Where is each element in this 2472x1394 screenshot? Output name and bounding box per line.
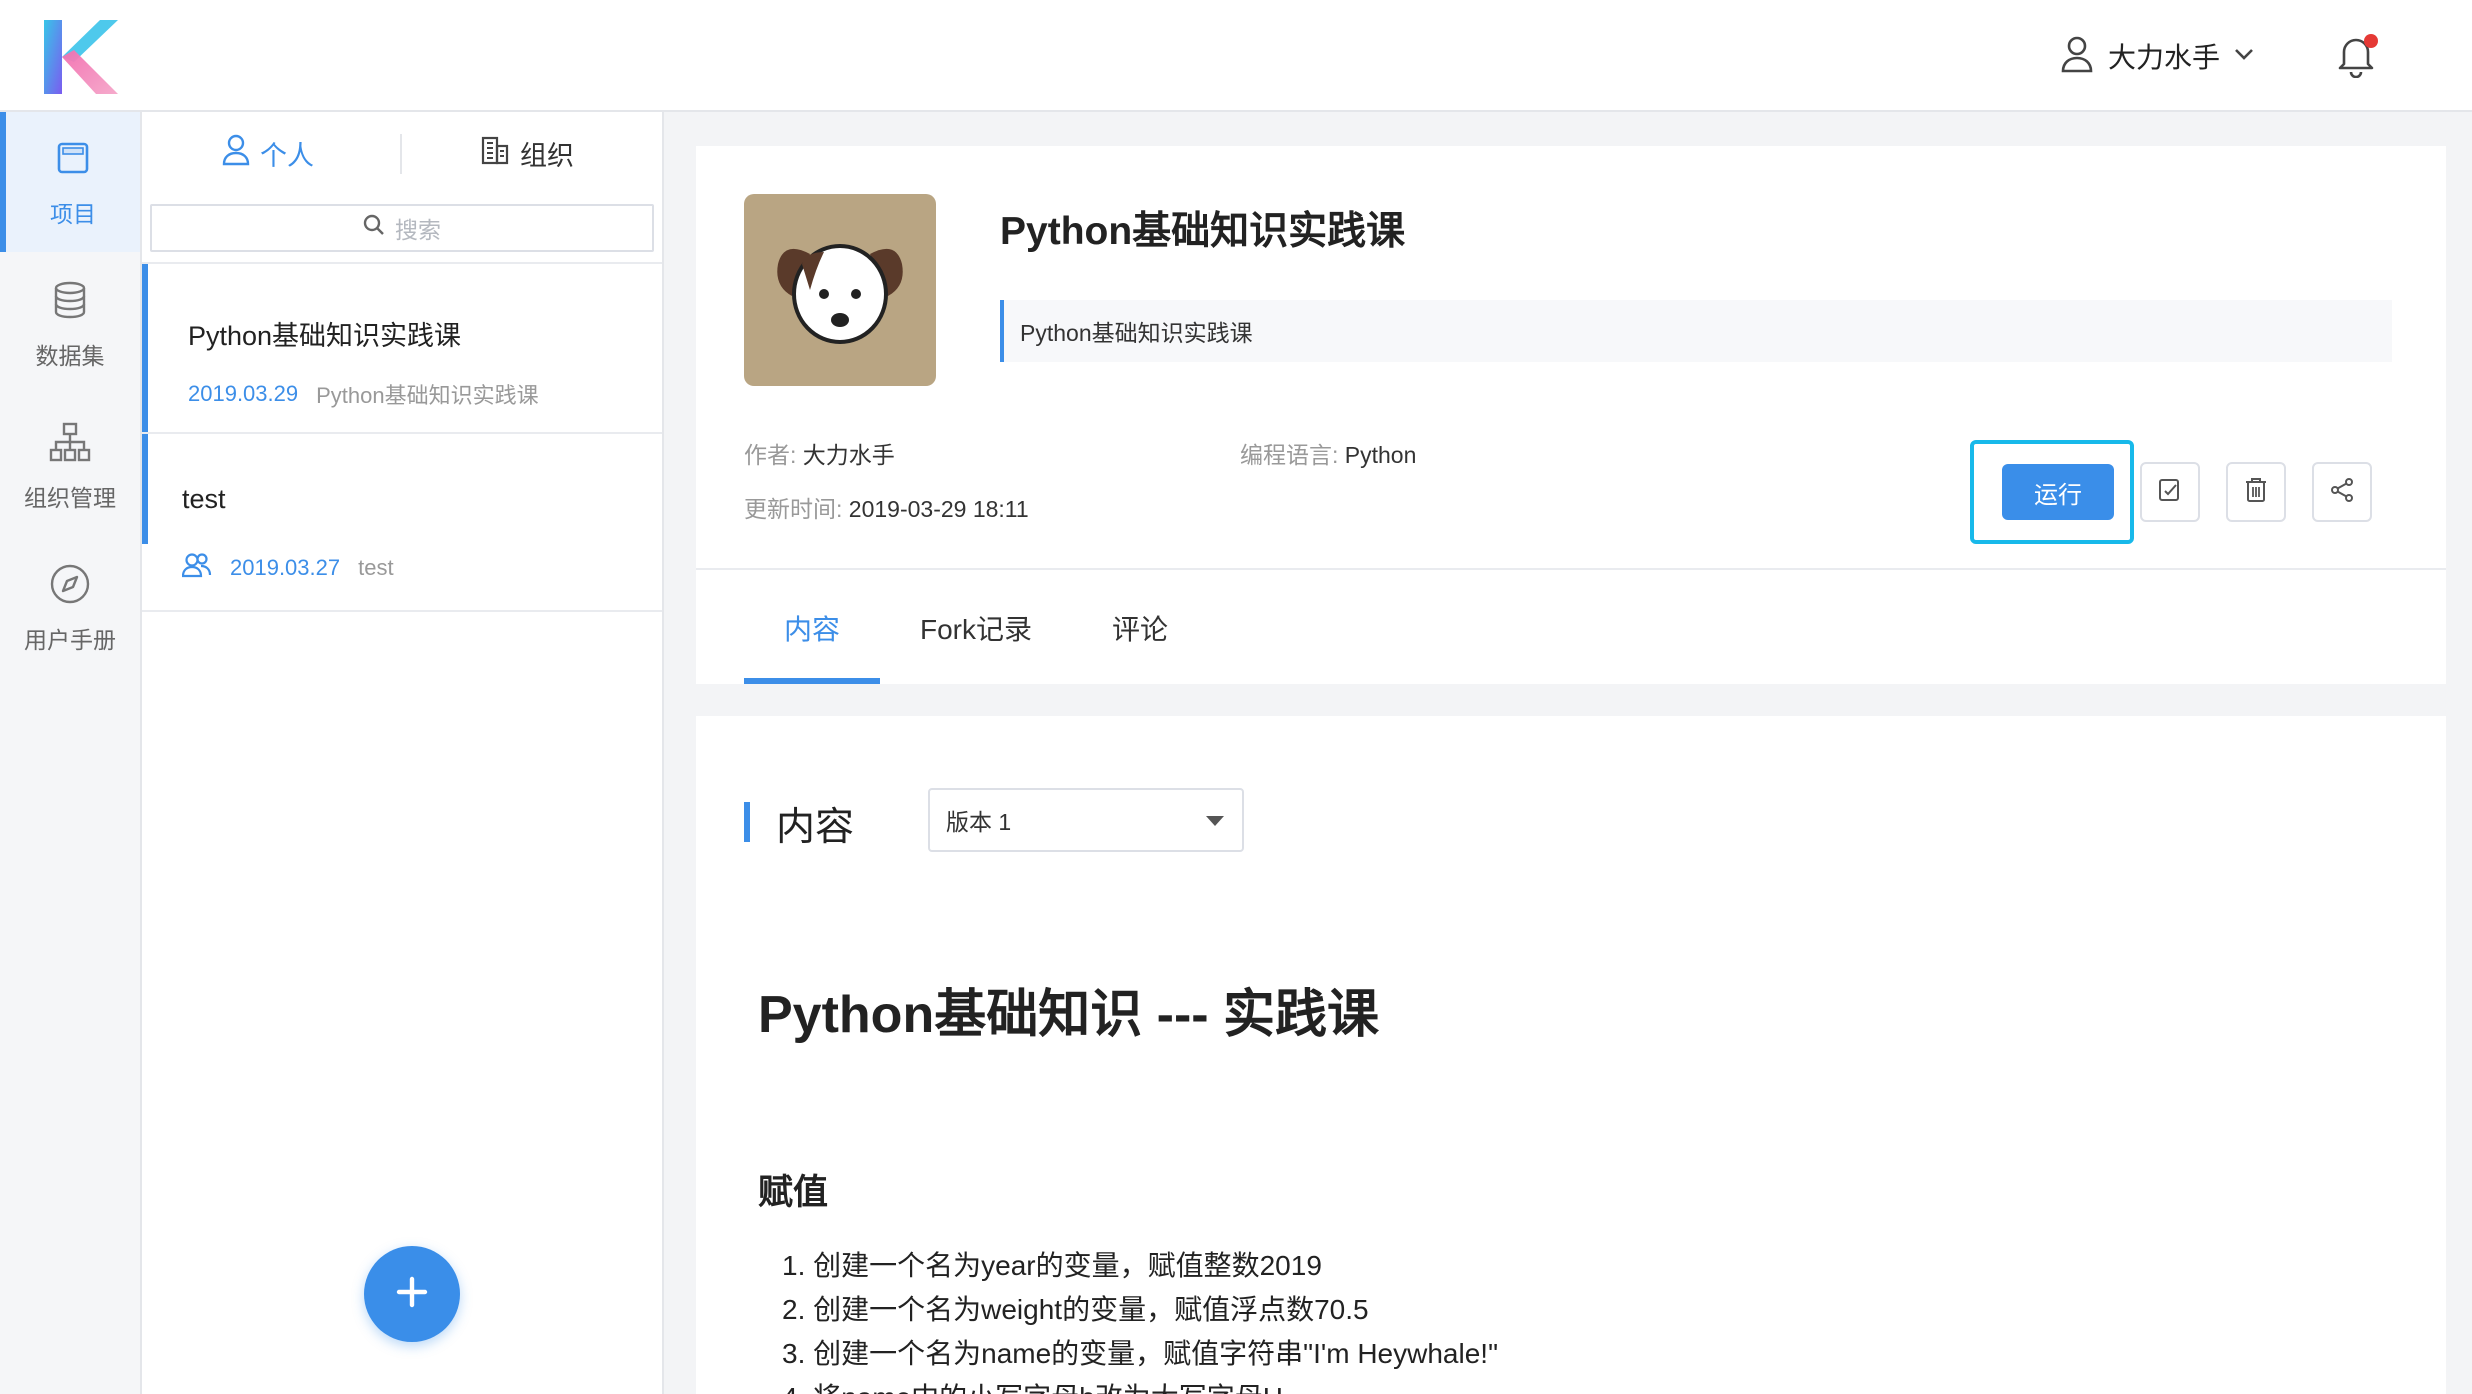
project-meta: 2019.03.27 test (181, 552, 394, 584)
project-list-panel: 个人 组织 搜索 Python基础知识实践课 2019.03.29 Python… (142, 112, 664, 1394)
share-icon (2329, 477, 2355, 508)
rail-label: 数据集 (35, 342, 105, 369)
window-icon (51, 136, 95, 185)
list-item[interactable]: test 2019.03.27 test (142, 434, 662, 610)
updated-field: 更新时间: 2019-03-29 18:11 (744, 490, 1029, 524)
rail-item-projects[interactable]: 项目 (0, 112, 140, 252)
building-icon (480, 135, 510, 172)
section-accent (744, 802, 750, 842)
author-label: 作者: (744, 442, 797, 468)
search-input[interactable]: 搜索 (150, 204, 654, 252)
edit-icon (2157, 477, 2183, 508)
language-value: Python (1344, 442, 1417, 468)
user-menu[interactable]: 大力水手 (2060, 34, 2254, 78)
plus-icon (395, 1275, 429, 1314)
project-title: Python基础知识实践课 (188, 321, 462, 351)
doc-heading: 赋值 (758, 1173, 829, 1212)
tab-divider (400, 134, 402, 174)
rail-item-org-management[interactable]: 组织管理 (0, 396, 140, 536)
share-button[interactable] (2312, 462, 2372, 522)
user-icon (222, 134, 250, 173)
nav-rail: 项目 数据集 组织管理 用户手册 (0, 112, 142, 1394)
tab-personal[interactable]: 个人 (222, 128, 314, 178)
scope-tabs: 个人 组织 (142, 112, 662, 196)
org-chart-icon (48, 420, 92, 469)
rail-item-user-manual[interactable]: 用户手册 (0, 538, 140, 678)
edit-button[interactable] (2140, 462, 2200, 522)
language-field: 编程语言: Python (1240, 436, 1416, 470)
project-date: 2019.03.27 (230, 555, 341, 580)
list-item: 3. 创建一个名为name的变量，赋值字符串"I'm Heywhale!" (782, 1338, 1499, 1369)
author-value: 大力水手 (802, 442, 895, 468)
project-meta: 2019.03.29 Python基础知识实践课 (188, 378, 539, 410)
bell-icon (2336, 38, 2376, 82)
divider (142, 610, 662, 612)
project-description: Python基础知识实践课 (1000, 300, 2392, 362)
top-bar: 大力水手 (0, 0, 2472, 112)
version-value: 版本 1 (946, 809, 1012, 835)
notifications-button[interactable] (2336, 32, 2380, 80)
project-desc: Python基础知识实践课 (316, 383, 539, 408)
version-select[interactable]: 版本 1 (928, 788, 1244, 852)
user-icon (2060, 35, 2094, 78)
group-icon (181, 552, 212, 584)
section-title: 内容 (776, 806, 855, 849)
list-item: 1. 创建一个名为year的变量，赋值整数2019 (782, 1250, 1322, 1281)
search-placeholder: 搜索 (395, 217, 441, 243)
tab-organization[interactable]: 组织 (480, 128, 574, 178)
divider (696, 568, 2446, 570)
notification-badge (2364, 34, 2378, 48)
tab-label: 个人 (260, 140, 314, 171)
project-title: test (182, 484, 226, 514)
project-date: 2019.03.29 (188, 381, 299, 406)
app-logo[interactable] (44, 20, 118, 94)
tab-label: 组织 (520, 140, 574, 171)
project-desc: test (358, 555, 394, 580)
language-label: 编程语言: (1240, 442, 1339, 468)
add-project-button[interactable] (364, 1246, 460, 1342)
user-name: 大力水手 (2108, 42, 2221, 73)
search-icon (363, 214, 385, 242)
list-item: 4. 将name中的小写字母h改为大写字母H (782, 1376, 1283, 1394)
project-avatar (744, 194, 936, 386)
rail-item-datasets[interactable]: 数据集 (0, 254, 140, 394)
run-button[interactable]: 运行 (2002, 464, 2114, 520)
trash-icon (2243, 476, 2269, 509)
chevron-down-icon (2234, 47, 2254, 66)
rail-label: 项目 (50, 200, 96, 227)
project-detail-card: Python基础知识实践课 Python基础知识实践课 作者: 大力水手 编程语… (696, 146, 2446, 684)
doc-title: Python基础知识 --- 实践课 (758, 986, 1380, 1044)
rail-label: 用户手册 (24, 626, 116, 653)
database-icon (48, 278, 92, 327)
content-card: 内容 版本 1 Python基础知识 --- 实践课 赋值 1. 创建一个名为y… (696, 716, 2446, 1394)
updated-value: 2019-03-29 18:11 (848, 496, 1029, 522)
tab-fork-history[interactable]: Fork记录 (920, 608, 1032, 648)
updated-label: 更新时间: (744, 496, 843, 522)
compass-icon (48, 562, 92, 611)
run-highlight: 运行 (1970, 440, 2134, 544)
delete-button[interactable] (2226, 462, 2286, 522)
list-item: 2. 创建一个名为weight的变量，赋值浮点数70.5 (782, 1294, 1369, 1325)
tab-content[interactable]: 内容 (784, 608, 840, 648)
tab-comments[interactable]: 评论 (1112, 608, 1168, 648)
caret-down-icon (1206, 816, 1224, 826)
dog-icon (777, 244, 903, 344)
author-field: 作者: 大力水手 (744, 436, 895, 470)
rail-label: 组织管理 (24, 484, 116, 511)
active-tab-underline (744, 678, 880, 684)
project-title: Python基础知识实践课 (1000, 210, 1406, 253)
active-indicator (142, 264, 148, 432)
